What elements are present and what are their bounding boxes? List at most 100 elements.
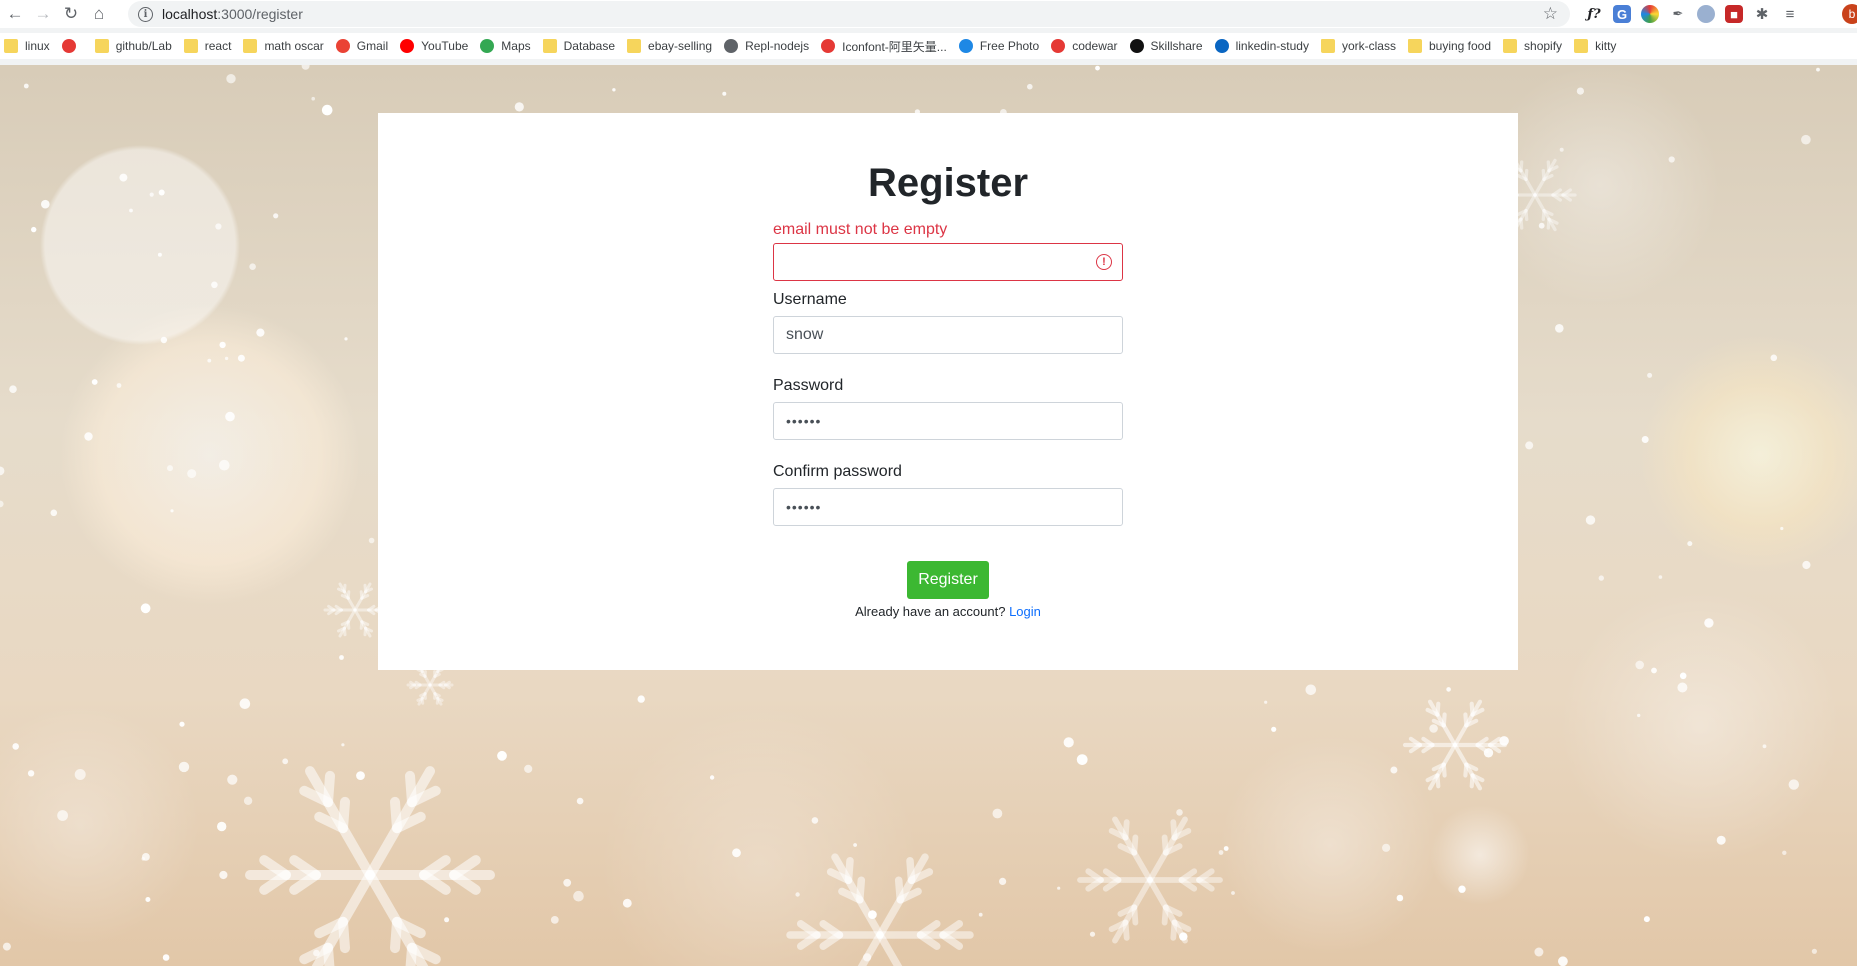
eyedropper-extension-icon[interactable]: ✒: [1669, 5, 1687, 23]
bookmark-item[interactable]: york-class: [1320, 39, 1396, 53]
username-label: Username: [773, 291, 847, 308]
bookmark-star-icon[interactable]: ☆: [1543, 4, 1558, 24]
codewar-icon: [1051, 39, 1066, 53]
freephoto-icon: [958, 39, 973, 53]
bookmark-item[interactable]: buying food: [1407, 39, 1492, 53]
bookmark-label: YouTube: [421, 39, 469, 53]
bookmark-label: Gmail: [356, 39, 389, 53]
folder-icon: [183, 39, 198, 53]
linkedin-icon: [1214, 39, 1229, 53]
register-card: Register email must not be empty ! Usern…: [378, 113, 1518, 670]
bookmark-item[interactable]: kitty: [1574, 39, 1616, 53]
site-info-icon[interactable]: i: [138, 6, 153, 22]
register-button[interactable]: Register: [907, 561, 989, 599]
bookmark-label: linux: [25, 39, 50, 53]
confirm-password-field[interactable]: ••••••: [773, 488, 1123, 526]
home-icon[interactable]: ⌂: [86, 1, 112, 27]
app-icon: [61, 39, 76, 53]
bookmark-item[interactable]: react: [183, 39, 232, 53]
username-field[interactable]: snow: [773, 316, 1123, 354]
replit-icon: [724, 39, 739, 53]
login-link[interactable]: Login: [1009, 604, 1041, 619]
folder-icon: [4, 39, 18, 53]
folder-icon: [627, 39, 642, 53]
url-text[interactable]: localhost:3000/register: [162, 6, 303, 22]
bookmark-item[interactable]: Skillshare: [1129, 39, 1203, 53]
bookmark-label: york-class: [1341, 39, 1396, 53]
bookmark-item[interactable]: Gmail: [335, 39, 389, 53]
puzzle-extensions-icon[interactable]: ✱: [1753, 5, 1771, 23]
bookmark-item[interactable]: Repl-nodejs: [724, 39, 809, 53]
folder-icon: [1574, 39, 1589, 53]
back-icon[interactable]: ←: [2, 1, 28, 27]
folder-icon: [1407, 39, 1422, 53]
bookmark-label: ebay-selling: [648, 39, 713, 53]
reading-list-icon[interactable]: ≡: [1781, 5, 1799, 23]
folder-icon: [1503, 39, 1518, 53]
bookmark-item[interactable]: Iconfont-阿里矢量...: [821, 38, 947, 55]
youtube-icon: [400, 39, 415, 53]
page-background: Register email must not be empty ! Usern…: [0, 65, 1857, 966]
forward-icon[interactable]: →: [30, 1, 56, 27]
confirm-password-value: ••••••: [786, 499, 822, 515]
gmail-icon: [335, 39, 350, 53]
extensions-bar: ƒ? G ✒ ■ ✱ ≡: [1585, 2, 1799, 26]
folder-icon: [1320, 39, 1335, 53]
bookmark-item[interactable]: YouTube: [400, 39, 468, 53]
bookmark-label: math oscar: [264, 39, 324, 53]
bookmark-label: shopify: [1524, 39, 1563, 53]
bookmark-label: buying food: [1428, 39, 1492, 53]
password-label: Password: [773, 377, 844, 394]
iconfont-icon: [821, 39, 836, 53]
profile-avatar[interactable]: b: [1842, 4, 1857, 24]
bookmark-item[interactable]: linux: [4, 39, 50, 53]
bookmark-item[interactable]: shopify: [1503, 39, 1562, 53]
red-extension-icon[interactable]: ■: [1725, 5, 1743, 23]
round-extension-icon[interactable]: [1697, 5, 1715, 23]
skillshare-icon: [1129, 39, 1144, 53]
folder-icon: [542, 39, 557, 53]
address-bar[interactable]: i localhost:3000/register ☆: [128, 1, 1570, 27]
bookmark-item[interactable]: [61, 39, 83, 53]
login-prompt: Already have an account? Login: [773, 604, 1123, 619]
bookmark-label: kitty: [1595, 39, 1617, 53]
bookmark-item[interactable]: github/Lab: [94, 39, 172, 53]
url-path: :3000/register: [217, 6, 303, 22]
password-field[interactable]: ••••••: [773, 402, 1123, 440]
bookmark-item[interactable]: math oscar: [243, 39, 324, 53]
bookmark-label: react: [204, 39, 232, 53]
confirm-password-label: Confirm password: [773, 463, 902, 480]
bookmarks-bar: linux github/Lab react math oscar Gmail YouTu…: [0, 33, 1857, 59]
bookmark-label: codewar: [1072, 39, 1118, 53]
reload-icon[interactable]: ↻: [58, 1, 84, 27]
bookmark-label: Iconfont-阿里矢量...: [842, 39, 947, 54]
login-prompt-text: Already have an account?: [855, 604, 1006, 619]
translate-extension-icon[interactable]: G: [1613, 5, 1631, 23]
error-alert-icon: !: [1096, 254, 1112, 270]
bookmark-label: Maps: [501, 39, 531, 53]
bookmark-item[interactable]: linkedin-study: [1214, 39, 1309, 53]
bookmark-label: Repl-nodejs: [745, 39, 810, 53]
bookmark-label: Free Photo: [979, 39, 1040, 53]
folder-icon: [94, 39, 109, 53]
bookmark-item[interactable]: Database: [542, 39, 616, 53]
fx-extension-icon[interactable]: ƒ?: [1585, 5, 1603, 23]
bookmark-item[interactable]: ebay-selling: [627, 39, 712, 53]
bookmark-label: Database: [563, 39, 616, 53]
browser-toolbar: ← → ↻ ⌂ i localhost:3000/register ☆ ƒ? G…: [0, 0, 1857, 28]
bookmark-item[interactable]: Maps: [480, 39, 531, 53]
bookmark-label: linkedin-study: [1235, 39, 1309, 53]
maps-icon: [480, 39, 495, 53]
bookmark-item[interactable]: codewar: [1051, 39, 1118, 53]
folder-icon: [243, 39, 258, 53]
email-error-message: email must not be empty: [773, 221, 948, 238]
bookmark-label: Skillshare: [1150, 39, 1203, 53]
bookmark-label: github/Lab: [115, 39, 172, 53]
bookmark-item[interactable]: Free Photo: [958, 39, 1040, 53]
email-field[interactable]: !: [773, 243, 1123, 281]
color-picker-extension-icon[interactable]: [1641, 5, 1659, 23]
url-host: localhost: [162, 6, 218, 22]
page-title: Register: [867, 161, 1029, 205]
password-value: ••••••: [786, 413, 822, 429]
username-value: snow: [786, 326, 824, 343]
